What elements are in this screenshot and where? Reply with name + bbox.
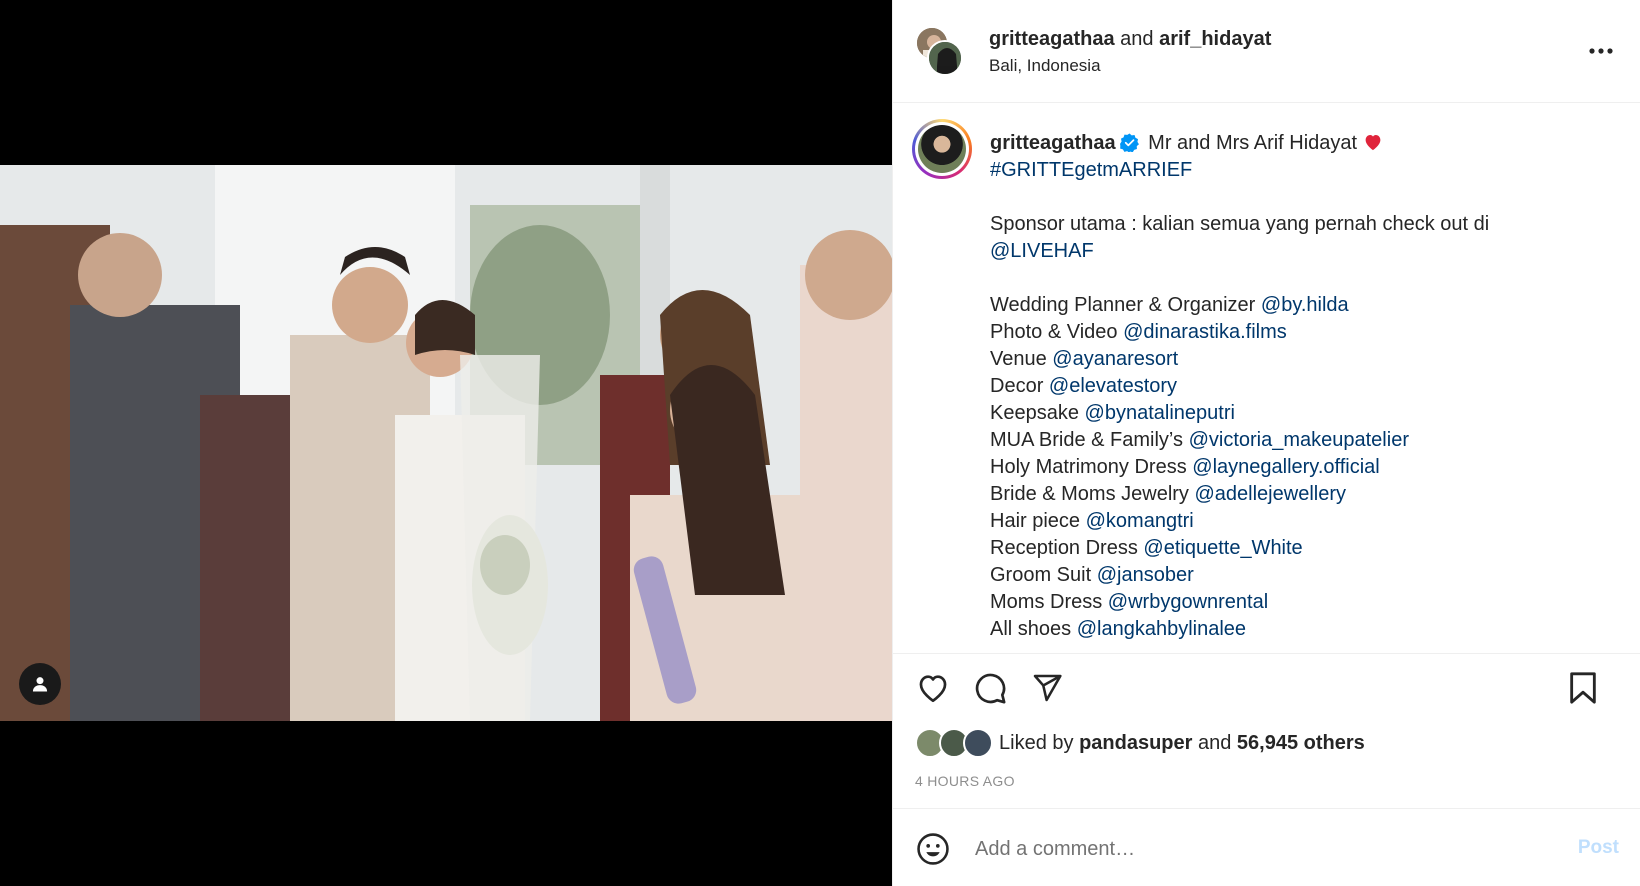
heart-icon bbox=[919, 675, 947, 703]
comment-input[interactable] bbox=[975, 831, 1515, 867]
credit-line: All shoes @langkahbylinalee bbox=[990, 616, 1610, 643]
credits-list: Wedding Planner & Organizer @by.hilda Pho… bbox=[990, 292, 1610, 643]
sponsor-text: Sponsor utama : kalian semua yang pernah… bbox=[990, 213, 1490, 235]
credit-handle[interactable]: @komangtri bbox=[1086, 510, 1194, 532]
bookmark-icon bbox=[1570, 672, 1596, 704]
post-authors: gritteagathaa and arif_hidayat bbox=[989, 26, 1271, 52]
liker-avatars[interactable] bbox=[915, 728, 995, 758]
likes-summary: Liked by pandasuper and 56,945 others bbox=[915, 726, 1365, 760]
liker-username[interactable]: pandasuper bbox=[1079, 732, 1192, 754]
caption-title: Mr and Mrs Arif Hidayat bbox=[1148, 132, 1358, 154]
emoji-button[interactable] bbox=[913, 829, 953, 869]
credit-label: Bride & Moms Jewelry bbox=[990, 483, 1189, 505]
credit-handle[interactable]: @langkahbylinalee bbox=[1077, 618, 1246, 640]
credit-handle[interactable]: @jansober bbox=[1097, 564, 1194, 586]
comment-bar: Post bbox=[893, 808, 1640, 886]
emoji-icon bbox=[917, 833, 949, 865]
credit-label: All shoes bbox=[990, 618, 1072, 640]
credit-handle[interactable]: @victoria_makeupatelier bbox=[1189, 429, 1409, 451]
credit-label: Keepsake bbox=[990, 402, 1079, 424]
credit-label: Hair piece bbox=[990, 510, 1081, 532]
more-options-button[interactable] bbox=[1583, 38, 1619, 64]
avatar bbox=[927, 40, 963, 76]
avatar bbox=[963, 728, 993, 758]
credit-line: Groom Suit @jansober bbox=[990, 562, 1610, 589]
credit-handle[interactable]: @wrbygownrental bbox=[1108, 591, 1268, 613]
credit-label: Photo & Video bbox=[990, 321, 1118, 343]
credit-handle[interactable]: @bynatalineputri bbox=[1085, 402, 1235, 424]
likes-text: Liked by pandasuper and 56,945 others bbox=[999, 732, 1365, 755]
like-button[interactable] bbox=[913, 668, 953, 708]
credit-handle[interactable]: @dinarastika.films bbox=[1123, 321, 1287, 343]
credit-line: Wedding Planner & Organizer @by.hilda bbox=[990, 292, 1610, 319]
credit-handle[interactable]: @ayanaresort bbox=[1052, 348, 1178, 370]
credit-line: Photo & Video @dinarastika.films bbox=[990, 319, 1610, 346]
post-side-panel: gritteagathaa and arif_hidayat Bali, Ind… bbox=[892, 0, 1640, 886]
post-actions bbox=[893, 653, 1640, 723]
credit-label: Decor bbox=[990, 375, 1044, 397]
collaborator-username[interactable]: arif_hidayat bbox=[1159, 28, 1271, 50]
author-username[interactable]: gritteagathaa bbox=[989, 28, 1115, 50]
caption-avatar[interactable] bbox=[912, 119, 972, 179]
credit-line: Reception Dress @etiquette_White bbox=[990, 535, 1610, 562]
caption-username[interactable]: gritteagathaa bbox=[990, 132, 1116, 154]
comment-button[interactable] bbox=[970, 668, 1010, 708]
sponsor-handle[interactable]: @LIVEHAF bbox=[990, 238, 1610, 265]
user-tag-icon bbox=[32, 677, 48, 692]
post-caption: gritteagathaa Mr and Mrs Arif Hidayat #G… bbox=[893, 104, 1640, 652]
heart-emoji bbox=[1363, 132, 1383, 154]
caption-hashtag[interactable]: #GRITTEgetmARRIEF bbox=[990, 157, 1610, 184]
share-button[interactable] bbox=[1027, 668, 1067, 708]
credit-line: MUA Bride & Family’s @victoria_makeupate… bbox=[990, 427, 1610, 454]
credit-handle[interactable]: @adellejewellery bbox=[1195, 483, 1346, 505]
credit-label: MUA Bride & Family’s bbox=[990, 429, 1184, 451]
credit-label: Groom Suit bbox=[990, 564, 1092, 586]
post-header: gritteagathaa and arif_hidayat Bali, Ind… bbox=[893, 0, 1640, 103]
comment-icon bbox=[975, 673, 1006, 704]
post-photo[interactable] bbox=[0, 165, 892, 721]
verified-badge-icon bbox=[1119, 133, 1139, 152]
likes-count[interactable]: 56,945 others bbox=[1237, 732, 1365, 754]
credit-line: Moms Dress @wrbygownrental bbox=[990, 589, 1610, 616]
and-text: and bbox=[1120, 28, 1154, 50]
credit-handle[interactable]: @elevatestory bbox=[1049, 375, 1177, 397]
liked-by-label: Liked by bbox=[999, 731, 1074, 754]
credit-line: Keepsake @bynatalineputri bbox=[990, 400, 1610, 427]
credit-line: Bride & Moms Jewelry @adellejewellery bbox=[990, 481, 1610, 508]
caption-text: gritteagathaa Mr and Mrs Arif Hidayat #G… bbox=[990, 130, 1610, 643]
wedding-photo-illustration bbox=[0, 165, 892, 721]
credit-line: Venue @ayanaresort bbox=[990, 346, 1610, 373]
collab-avatars[interactable] bbox=[915, 26, 963, 76]
credit-label: Moms Dress bbox=[990, 591, 1103, 613]
tagged-users-button[interactable] bbox=[19, 663, 61, 705]
post-location[interactable]: Bali, Indonesia bbox=[989, 56, 1101, 76]
more-options-icon bbox=[1589, 48, 1613, 54]
credit-line: Decor @elevatestory bbox=[990, 373, 1610, 400]
credit-line: Holy Matrimony Dress @laynegallery.offic… bbox=[990, 454, 1610, 481]
credit-label: Holy Matrimony Dress bbox=[990, 456, 1187, 478]
credit-label: Wedding Planner & Organizer bbox=[990, 294, 1256, 316]
credit-label: Reception Dress bbox=[990, 537, 1138, 559]
and-text: and bbox=[1197, 731, 1232, 754]
post-media bbox=[0, 0, 892, 886]
post-comment-button[interactable]: Post bbox=[1578, 837, 1619, 859]
save-button[interactable] bbox=[1563, 668, 1603, 708]
credit-label: Venue bbox=[990, 348, 1047, 370]
send-icon bbox=[1033, 674, 1062, 702]
credit-handle[interactable]: @laynegallery.official bbox=[1192, 456, 1379, 478]
credit-line: Hair piece @komangtri bbox=[990, 508, 1610, 535]
credit-handle[interactable]: @etiquette_White bbox=[1143, 537, 1302, 559]
credit-handle[interactable]: @by.hilda bbox=[1261, 294, 1349, 316]
post-timestamp[interactable]: 4 HOURS AGO bbox=[915, 773, 1015, 789]
